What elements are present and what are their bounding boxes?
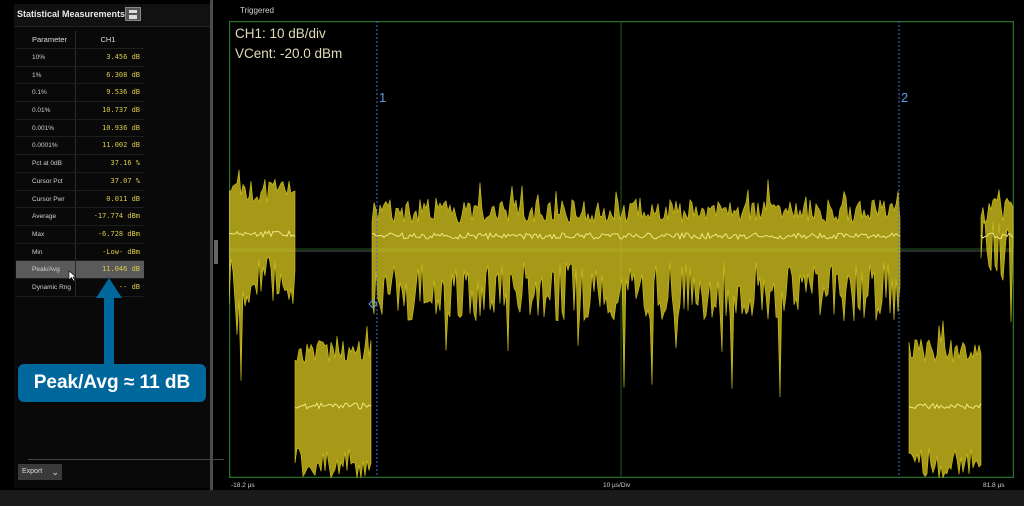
- mouse-pointer-icon: [68, 270, 77, 282]
- chevron-down-icon: ⌄: [51, 467, 59, 477]
- x-axis-start-label: -18.2 µs: [231, 482, 255, 489]
- peak-avg-annotation: Peak/Avg ≈ 11 dB: [18, 364, 206, 402]
- vertical-center-readout: VCent: -20.0 dBm: [235, 46, 343, 61]
- trigger-status: Triggered: [240, 6, 274, 15]
- up-arrow-icon: [96, 278, 122, 366]
- export-dropdown[interactable]: Export ⌄: [18, 464, 62, 480]
- panel-divider: [28, 459, 224, 460]
- x-axis-scale-label: 10 µs/Div: [603, 482, 631, 489]
- scope-display[interactable]: [229, 21, 1014, 478]
- export-label: Export: [22, 468, 43, 475]
- cursor-2-label[interactable]: 2: [901, 90, 908, 105]
- x-axis-end-label: 81.8 µs: [983, 482, 1005, 489]
- bottom-status-bar: [0, 490, 1024, 506]
- trace-burst-segment: [294, 326, 372, 478]
- channel-scale-readout: CH1: 10 dB/div: [235, 26, 326, 41]
- cursor-1-label[interactable]: 1: [379, 90, 386, 105]
